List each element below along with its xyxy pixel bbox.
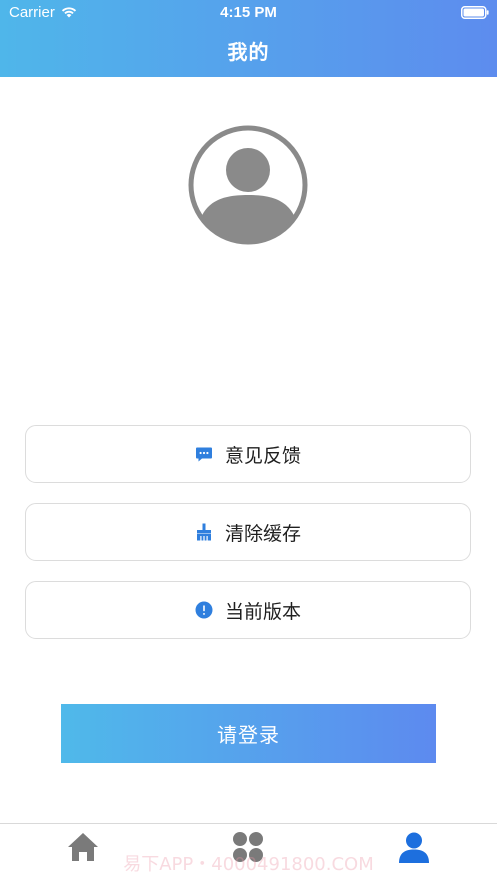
tab-bar <box>0 823 497 884</box>
page-title: 我的 <box>227 40 270 64</box>
battery-icon <box>461 6 489 19</box>
feedback-label: 意见反馈 <box>224 444 301 467</box>
login-button-label: 请登录 <box>217 723 280 747</box>
clear-cache-button[interactable]: 清除缓存 <box>25 503 471 561</box>
grid-icon[interactable] <box>231 830 265 864</box>
profile-icon[interactable] <box>397 830 431 864</box>
current-version-label: 当前版本 <box>224 600 301 623</box>
broom-icon <box>196 523 211 541</box>
status-time: 4:15 PM <box>220 4 277 21</box>
header-bar: Carrier 4:15 PM 我的 <box>0 0 497 77</box>
info-icon <box>195 601 213 619</box>
current-version-button[interactable]: 当前版本 <box>25 581 471 639</box>
clear-cache-label: 清除缓存 <box>224 522 301 545</box>
avatar[interactable] <box>188 125 308 245</box>
feedback-button[interactable]: 意见反馈 <box>25 425 471 483</box>
login-button[interactable]: 请登录 <box>61 704 436 763</box>
status-bar: Carrier 4:15 PM <box>0 0 497 26</box>
home-icon[interactable] <box>66 830 100 864</box>
feedback-icon <box>195 447 212 462</box>
